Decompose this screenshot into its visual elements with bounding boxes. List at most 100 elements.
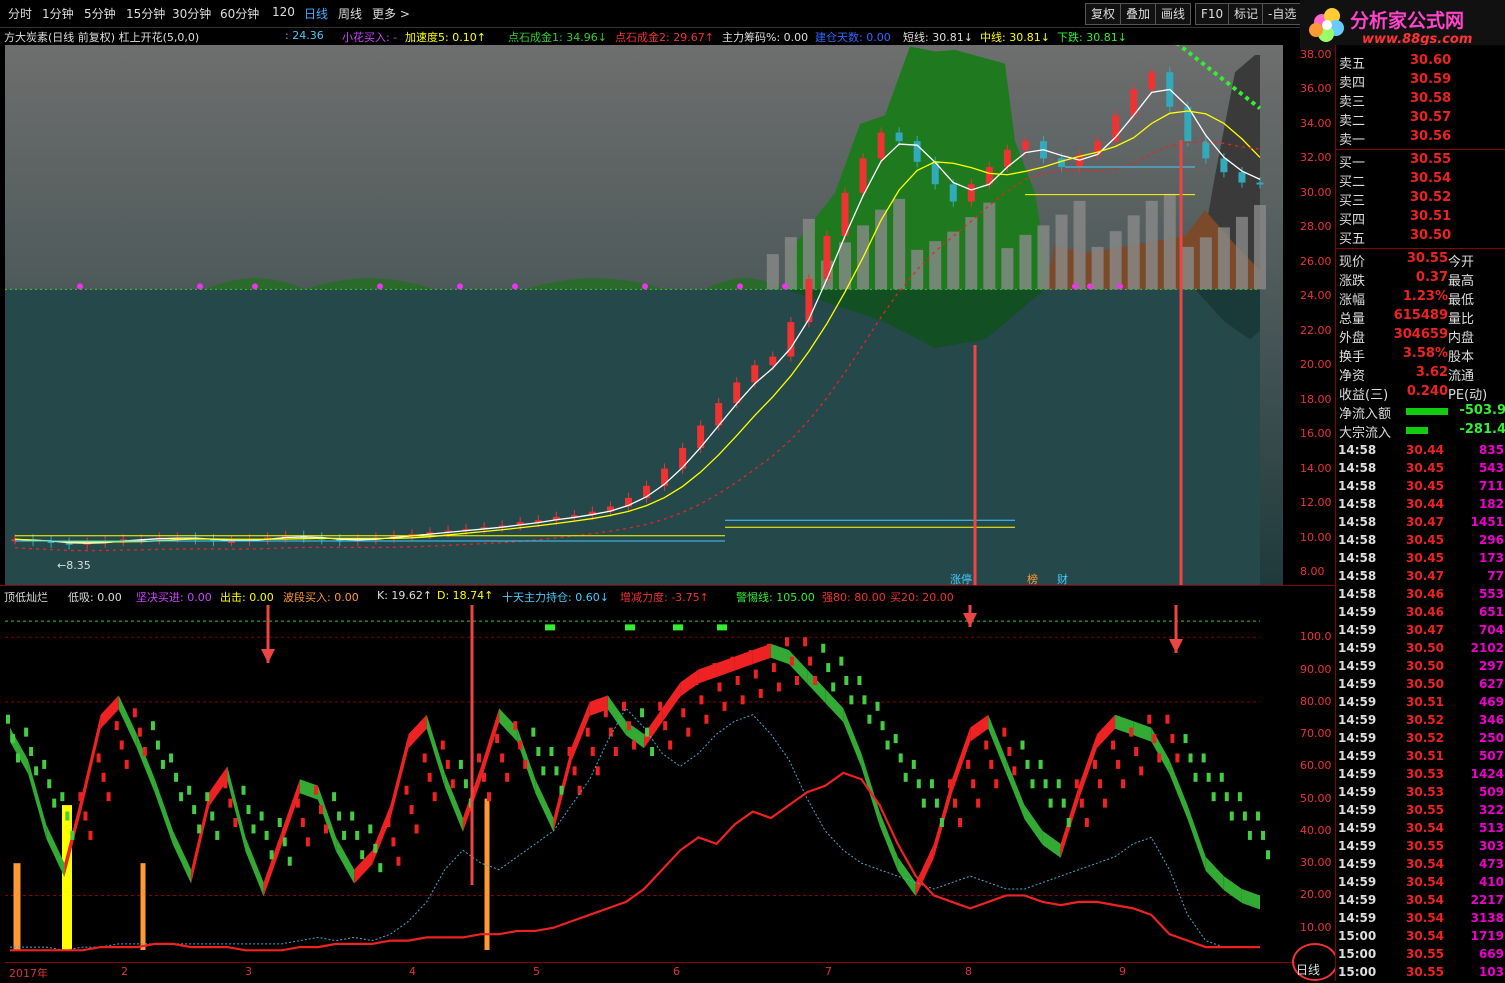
sell-label: 卖三 bbox=[1339, 95, 1366, 110]
volume-bar bbox=[893, 198, 906, 290]
d-block bbox=[1116, 759, 1121, 769]
d-block bbox=[300, 818, 305, 827]
tick-row: 14:58 30.46 553 bbox=[1336, 587, 1505, 605]
baseline-marker-11 bbox=[1117, 283, 1123, 290]
candle-body bbox=[1238, 172, 1246, 183]
tab-8[interactable]: 周线 bbox=[338, 5, 362, 22]
stat-value: 1.23% bbox=[1402, 289, 1448, 304]
tick-price: 30.53 bbox=[1406, 767, 1444, 781]
pane-divider[interactable] bbox=[0, 585, 1335, 586]
d-block bbox=[391, 837, 396, 847]
d-block bbox=[948, 779, 953, 789]
oscillator-chart[interactable] bbox=[5, 605, 1295, 960]
price-tick-12: 14.00 bbox=[1300, 461, 1332, 475]
tab-6[interactable]: 120 bbox=[272, 5, 295, 19]
top-signal-0 bbox=[545, 624, 555, 631]
tick-row: 14:59 30.54 513 bbox=[1336, 821, 1505, 839]
period-label[interactable]: 日线 bbox=[1296, 961, 1320, 978]
d-block bbox=[686, 727, 691, 737]
d-block bbox=[694, 676, 699, 685]
top-signal-2 bbox=[673, 624, 683, 631]
d-block bbox=[70, 830, 75, 840]
stat-row-0: 现价 30.55 今开 bbox=[1336, 251, 1505, 270]
tick-time: 14:59 bbox=[1338, 839, 1377, 853]
tick-time: 14:58 bbox=[1338, 551, 1377, 565]
price-chart[interactable]: ↙39.20←8.35涨停榜财 bbox=[5, 45, 1283, 585]
flow-value: -281.4 bbox=[1459, 422, 1505, 437]
d-block bbox=[47, 779, 52, 789]
main-indicator-legend: 方大炭素(日线 前复权) 杠上开花(5,0,0) : 24.36 小花买入: - 加… bbox=[0, 27, 1280, 45]
d-block bbox=[332, 792, 337, 802]
toolbar-button-4[interactable]: 标记 bbox=[1228, 3, 1265, 25]
sell-price: 30.60 bbox=[1410, 53, 1452, 68]
tick-time: 14:59 bbox=[1338, 623, 1377, 637]
d-block bbox=[34, 766, 39, 776]
toolbar-button-0[interactable]: 复权 bbox=[1085, 3, 1122, 25]
stat-label: 换手 bbox=[1339, 350, 1366, 365]
candle-body bbox=[751, 365, 759, 383]
stat-row-5: 换手 3.58% 股本 bbox=[1336, 346, 1505, 365]
sell-label: 卖四 bbox=[1339, 76, 1366, 91]
sell-price: 30.58 bbox=[1410, 91, 1452, 106]
price-tick-14: 10.00 bbox=[1300, 530, 1332, 544]
d-block bbox=[60, 792, 65, 802]
candle-body bbox=[913, 141, 921, 162]
signal-bar-3 bbox=[484, 798, 490, 950]
volume-bar bbox=[1109, 231, 1122, 290]
tick-row: 14:59 30.51 469 bbox=[1336, 695, 1505, 713]
toolbar-button-5[interactable]: -自选 bbox=[1262, 3, 1303, 25]
candle-body bbox=[1021, 141, 1029, 150]
tick-volume: 1719 bbox=[1470, 929, 1504, 943]
d-block bbox=[585, 727, 590, 737]
quote-panel: 卖五 30.60 卖四 30.59 卖三 30.58 卖二 30.57 卖一 30.56 买一 30.… bbox=[1335, 45, 1505, 981]
toolbar-button-2[interactable]: 画线 bbox=[1155, 3, 1192, 25]
buy-label: 买二 bbox=[1339, 175, 1366, 190]
d-block bbox=[590, 747, 595, 756]
d-block bbox=[1183, 734, 1188, 744]
d-block bbox=[712, 663, 717, 673]
tick-time: 14:59 bbox=[1338, 695, 1377, 709]
tab-3[interactable]: 15分钟 bbox=[126, 5, 165, 22]
baseline-marker-8 bbox=[782, 283, 788, 290]
d-block bbox=[953, 798, 958, 808]
d-block bbox=[1079, 798, 1084, 808]
tick-time: 14:59 bbox=[1338, 713, 1377, 727]
buy-row-4: 买四 30.51 bbox=[1336, 209, 1505, 228]
tick-time: 14:58 bbox=[1338, 569, 1377, 583]
tab-2[interactable]: 5分钟 bbox=[84, 5, 116, 22]
tick-volume: 509 bbox=[1478, 785, 1504, 799]
stat-tail: 今开 bbox=[1448, 255, 1475, 270]
toolbar-button-3[interactable]: F10 bbox=[1195, 3, 1230, 25]
tab-0[interactable]: 分时 bbox=[8, 5, 32, 22]
d-block bbox=[1242, 811, 1247, 821]
tick-time: 15:00 bbox=[1338, 947, 1377, 961]
tick-volume: 469 bbox=[1478, 695, 1504, 709]
tick-volume: 182 bbox=[1478, 497, 1504, 511]
tick-volume: 835 bbox=[1478, 443, 1504, 457]
tick-row: 14:59 30.53 509 bbox=[1336, 785, 1505, 803]
divider bbox=[1336, 248, 1505, 249]
volume-bar bbox=[784, 237, 797, 290]
d-block bbox=[1266, 850, 1270, 860]
candle-body bbox=[1220, 158, 1228, 173]
baseline-marker-9 bbox=[1072, 283, 1078, 290]
tab-7[interactable]: 日线 bbox=[304, 5, 328, 22]
tab-5[interactable]: 60分钟 bbox=[220, 5, 259, 22]
d-block bbox=[29, 747, 34, 756]
d-block bbox=[821, 643, 826, 653]
period-toolbar: 分时 1分钟 5分钟 15分钟 30分钟 60分钟 120 日线 周线 更多 > 复权 叠加 画线 F10… bbox=[0, 0, 1505, 28]
d-block bbox=[1201, 753, 1206, 763]
d-block bbox=[934, 798, 939, 808]
d-block bbox=[831, 682, 836, 692]
stat-tail: 最低 bbox=[1448, 293, 1475, 308]
tab-1[interactable]: 1分钟 bbox=[42, 5, 74, 22]
tab-9[interactable]: 更多 > bbox=[372, 5, 410, 22]
stat-label: 总量 bbox=[1339, 312, 1366, 327]
d-block bbox=[251, 824, 256, 834]
toolbar-button-1[interactable]: 叠加 bbox=[1120, 3, 1157, 25]
d-block bbox=[323, 824, 328, 834]
d-block bbox=[989, 759, 994, 769]
tick-row: 14:58 30.45 711 bbox=[1336, 479, 1505, 497]
volume-bar bbox=[911, 249, 924, 290]
tab-4[interactable]: 30分钟 bbox=[172, 5, 211, 22]
